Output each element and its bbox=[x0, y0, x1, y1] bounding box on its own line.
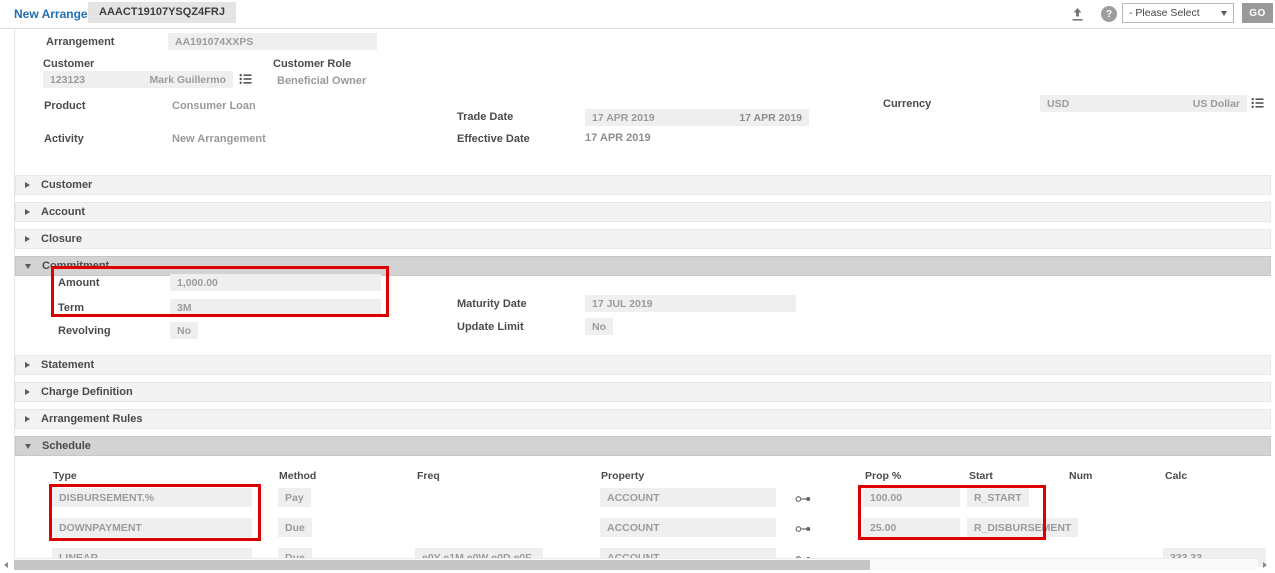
section-closure[interactable]: Closure bbox=[15, 229, 1271, 249]
update-limit-label: Update Limit bbox=[457, 321, 524, 333]
customer-role-value: Beneficial Owner bbox=[277, 75, 366, 87]
command-select[interactable]: - Please Select bbox=[1122, 3, 1234, 23]
activity-value: New Arrangement bbox=[172, 133, 266, 145]
link-icon[interactable] bbox=[795, 494, 812, 506]
col-header-start: Start bbox=[969, 470, 993, 482]
trade-date-label: Trade Date bbox=[457, 111, 513, 123]
trade-date-field[interactable]: 17 APR 2019 17 APR 2019 bbox=[585, 109, 809, 126]
header-divider bbox=[0, 28, 1275, 29]
col-header-method: Method bbox=[279, 470, 316, 482]
amount-label: Amount bbox=[58, 277, 100, 289]
schedule-type-field[interactable]: DISBURSEMENT.% bbox=[52, 488, 252, 507]
chevron-right-icon bbox=[25, 182, 30, 188]
link-icon[interactable] bbox=[795, 524, 812, 536]
col-header-num: Num bbox=[1069, 470, 1092, 482]
chevron-down-icon bbox=[1221, 11, 1227, 16]
schedule-start-field[interactable]: R_DISBURSEMENT bbox=[967, 518, 1078, 537]
chevron-right-icon bbox=[25, 362, 30, 368]
trade-date-display: 17 APR 2019 bbox=[739, 112, 802, 124]
section-statement[interactable]: Statement bbox=[15, 355, 1271, 375]
revolving-label: Revolving bbox=[58, 325, 111, 337]
section-arrangement-rules[interactable]: Arrangement Rules bbox=[15, 409, 1271, 429]
activity-label: Activity bbox=[44, 133, 84, 145]
customer-label: Customer bbox=[43, 58, 94, 70]
chevron-right-icon bbox=[25, 236, 30, 242]
col-header-property: Property bbox=[601, 470, 644, 482]
scroll-right-arrow-icon[interactable] bbox=[1263, 562, 1267, 568]
schedule-type-field[interactable]: DOWNPAYMENT bbox=[52, 518, 252, 537]
section-commitment[interactable]: Commitment bbox=[15, 256, 1271, 276]
customer-field[interactable]: 123123 Mark Guillermo bbox=[43, 71, 233, 88]
chevron-down-icon bbox=[25, 264, 31, 269]
col-header-prop-pct: Prop % bbox=[865, 470, 901, 482]
currency-name-display: US Dollar bbox=[1193, 98, 1240, 110]
chevron-right-icon bbox=[25, 389, 30, 395]
col-header-type: Type bbox=[53, 470, 77, 482]
scroll-left-arrow-icon[interactable] bbox=[4, 562, 8, 568]
section-schedule[interactable]: Schedule bbox=[15, 436, 1271, 456]
term-field[interactable]: 3M bbox=[170, 299, 381, 316]
arrangement-label: Arrangement bbox=[46, 36, 114, 48]
section-charge-definition[interactable]: Charge Definition bbox=[15, 382, 1271, 402]
update-limit-field[interactable]: No bbox=[585, 318, 613, 335]
chevron-right-icon bbox=[25, 416, 30, 422]
schedule-prop-pct-field[interactable]: 100.00 bbox=[863, 488, 960, 507]
customer-role-label: Customer Role bbox=[273, 58, 351, 70]
chevron-down-icon bbox=[25, 444, 31, 449]
currency-label: Currency bbox=[883, 98, 931, 110]
section-customer[interactable]: Customer bbox=[15, 175, 1271, 195]
currency-field[interactable]: USD US Dollar bbox=[1040, 95, 1247, 112]
maturity-date-field[interactable]: 17 JUL 2019 bbox=[585, 295, 796, 312]
command-select-value: - Please Select bbox=[1129, 7, 1200, 19]
effective-date-label: Effective Date bbox=[457, 133, 530, 145]
arrangement-screen: New Arrangement AAACT19107YSQZ4FRJ - Ple… bbox=[0, 0, 1275, 573]
col-header-freq: Freq bbox=[417, 470, 440, 482]
arrangement-field[interactable]: AA191074XXPS bbox=[168, 33, 377, 50]
horizontal-scrollbar-thumb[interactable] bbox=[14, 560, 870, 570]
product-value: Consumer Loan bbox=[172, 100, 256, 112]
schedule-property-field[interactable]: ACCOUNT bbox=[600, 488, 776, 507]
amount-field[interactable]: 1,000.00 bbox=[170, 274, 381, 291]
schedule-method-field[interactable]: Due bbox=[278, 518, 312, 537]
go-button[interactable]: GO bbox=[1242, 3, 1273, 23]
maturity-date-label: Maturity Date bbox=[457, 298, 527, 310]
currency-lookup-list-icon[interactable] bbox=[1251, 97, 1264, 112]
revolving-field[interactable]: No bbox=[170, 322, 198, 339]
customer-lookup-list-icon[interactable] bbox=[239, 73, 252, 88]
schedule-method-field[interactable]: Pay bbox=[278, 488, 311, 507]
schedule-prop-pct-field[interactable]: 25.00 bbox=[863, 518, 960, 537]
section-account[interactable]: Account bbox=[15, 202, 1271, 222]
help-icon[interactable] bbox=[1101, 6, 1117, 22]
col-header-calc: Calc bbox=[1165, 470, 1187, 482]
chevron-right-icon bbox=[25, 209, 30, 215]
term-label: Term bbox=[58, 302, 84, 314]
schedule-property-field[interactable]: ACCOUNT bbox=[600, 518, 776, 537]
schedule-start-field[interactable]: R_START bbox=[967, 488, 1029, 507]
tab-contract-id[interactable]: AAACT19107YSQZ4FRJ bbox=[88, 2, 236, 23]
effective-date-value: 17 APR 2019 bbox=[585, 132, 651, 144]
upload-icon[interactable] bbox=[1070, 7, 1085, 25]
content-left-border bbox=[14, 28, 15, 557]
customer-name-display: Mark Guillermo bbox=[150, 74, 226, 86]
product-label: Product bbox=[44, 100, 86, 112]
